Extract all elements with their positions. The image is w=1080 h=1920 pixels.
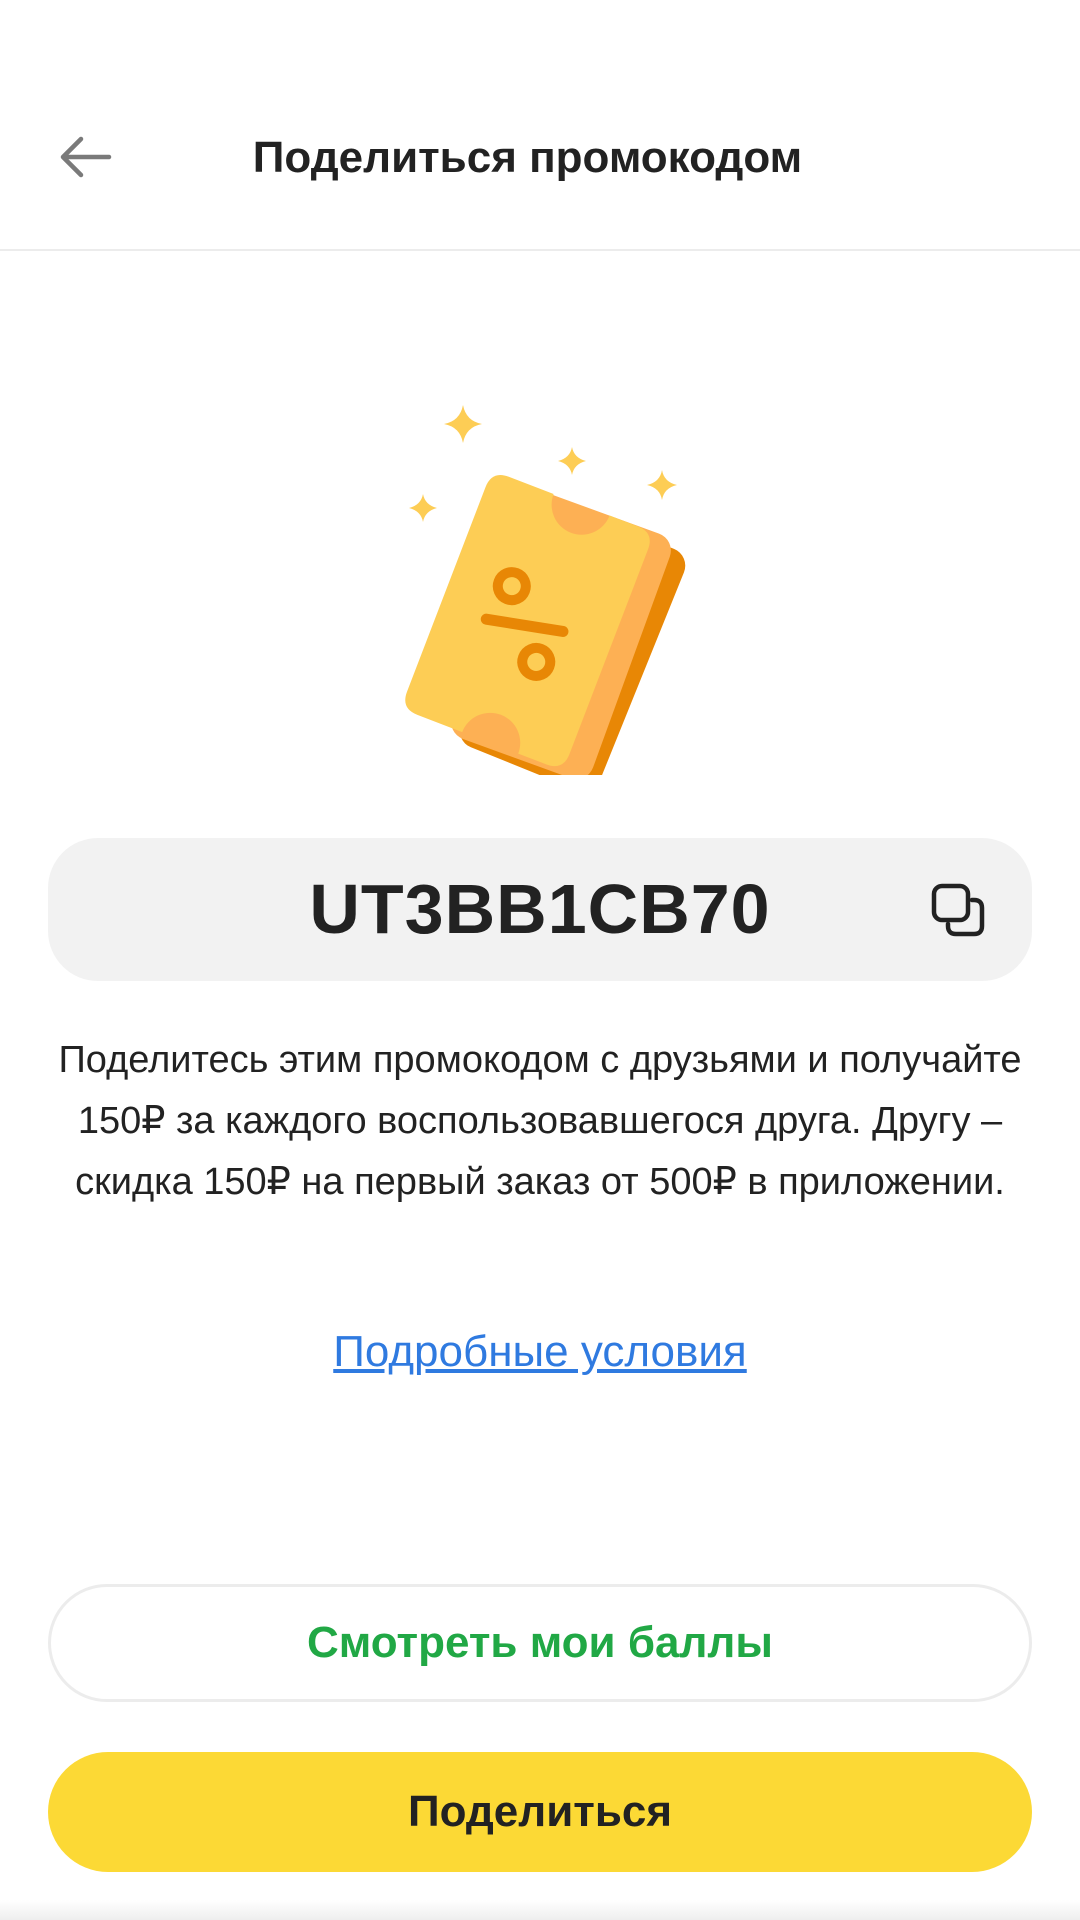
app-header: Поделиться промокодом (0, 0, 1080, 251)
page-title: Поделиться промокодом (252, 133, 803, 182)
coupon-illustration (380, 395, 700, 792)
promo-code-box: UT3BB1CB70 (48, 838, 1032, 981)
copy-icon (931, 883, 985, 937)
discount-coupon-icon (405, 405, 686, 792)
view-points-button[interactable]: Смотреть мои баллы (48, 1584, 1032, 1702)
promo-description: Поделитесь этим промокодом с друзьями и … (58, 1039, 1022, 1203)
promo-code[interactable]: UT3BB1CB70 (48, 838, 1032, 981)
copy-button[interactable] (922, 874, 994, 946)
share-button[interactable]: Поделиться (48, 1752, 1032, 1872)
terms-link[interactable]: Подробные условия (0, 1322, 1080, 1382)
bottom-edge (0, 1900, 1080, 1920)
